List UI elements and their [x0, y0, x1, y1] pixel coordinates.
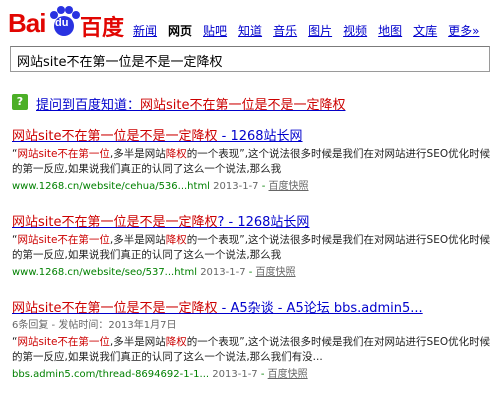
- result-meta: 6条回复 - 发帖时间：2013年1月7日: [12, 320, 177, 331]
- baidu-logo[interactable]: Bai du 百度: [8, 6, 128, 42]
- result-title-link[interactable]: 网站site不在第一位是不是一定降权? - 1268站长网: [12, 214, 494, 231]
- result-url: bbs.admin5.com/thread-8694692-1-1...: [12, 369, 210, 380]
- nav-music[interactable]: 音乐: [273, 22, 297, 42]
- nav-web: 网页: [168, 24, 193, 38]
- logo-text-bai: Bai: [8, 8, 46, 38]
- result-title-link[interactable]: 网站site不在第一位是不是一定降权 - A5杂谈 - A5论坛 bbs.adm…: [12, 300, 494, 317]
- zhidao-prefix: 提问到百度知道：: [36, 98, 141, 113]
- result-url: www.1268.cn/website/cehua/536...html: [12, 181, 210, 192]
- nav-more[interactable]: 更多»: [448, 22, 479, 42]
- snapshot-link[interactable]: 百度快照: [256, 267, 296, 278]
- search-result: 网站site不在第一位是不是一定降权? - 1268站长网 “网站site不在第…: [12, 214, 494, 280]
- nav-tieba[interactable]: 贴吧: [203, 22, 227, 42]
- result-title-rest: - A5杂谈 - A5论坛 bbs.admin5...: [217, 301, 423, 316]
- zhidao-question: 网站site不在第一位是不是一定降权: [140, 98, 346, 113]
- result-abstract: “网站site不在第一位,多半是网站降权的一个表现”,这个说法很多时候是我们在对…: [12, 147, 494, 177]
- search-input[interactable]: 网站site不在第一位是不是一定降权: [10, 46, 490, 72]
- result-abstract: “网站site不在第一位,多半是网站降权的一个表现”,这个说法很多时候是我们在对…: [12, 233, 494, 263]
- search-result: 网站site不在第一位是不是一定降权 - A5杂谈 - A5论坛 bbs.adm…: [12, 300, 494, 382]
- abs-match: 降权: [165, 336, 187, 348]
- result-date: 2013-1-7: [200, 267, 246, 278]
- abs-text: ,多半是网站: [109, 234, 166, 246]
- nav-video[interactable]: 视频: [343, 22, 367, 42]
- abs-text: ,多半是网站: [109, 336, 166, 348]
- search-result: 网站site不在第一位是不是一定降权 - 1268站长网 “网站site不在第一…: [12, 128, 494, 194]
- abs-match: 网站site不在第一位: [17, 234, 110, 246]
- nav-wenku[interactable]: 文库: [413, 22, 437, 42]
- result-date: 2013-1-7: [212, 369, 258, 380]
- result-date: 2013-1-7: [213, 181, 259, 192]
- abs-text: ,多半是网站: [109, 148, 166, 160]
- nav-images[interactable]: 图片: [308, 22, 332, 42]
- nav-news[interactable]: 新闻: [133, 22, 157, 42]
- result-title-match: 网站site不在第一位是不是一定降权: [12, 301, 218, 316]
- result-url: www.1268.cn/website/seo/537...html: [12, 267, 197, 278]
- zhidao-ask-link[interactable]: ? 提问到百度知道：网站site不在第一位是不是一定降权: [12, 94, 492, 114]
- result-title-rest: ? - 1268站长网: [217, 215, 310, 230]
- abs-match: 网站site不在第一位: [17, 148, 110, 160]
- header: Bai du 百度 新闻 网页 贴吧 知道 音乐 图片 视频 地图 文库 更多»…: [0, 0, 500, 86]
- result-url-line: www.1268.cn/website/cehua/536...html 201…: [12, 181, 309, 192]
- snapshot-link[interactable]: 百度快照: [268, 369, 308, 380]
- zhidao-ask-text[interactable]: 提问到百度知道：网站site不在第一位是不是一定降权: [36, 94, 346, 113]
- question-icon: ?: [12, 94, 28, 110]
- logo-text-du: du: [55, 17, 69, 29]
- result-title-rest: - 1268站长网: [217, 129, 303, 144]
- result-url-line: www.1268.cn/website/seo/537...html 2013-…: [12, 267, 296, 278]
- abs-match: 降权: [165, 148, 187, 160]
- abs-match: 降权: [165, 234, 187, 246]
- result-title-match: 网站site不在第一位是不是一定降权: [12, 129, 218, 144]
- abs-match: 网站site不在第一位: [17, 336, 110, 348]
- result-title-link[interactable]: 网站site不在第一位是不是一定降权 - 1268站长网: [12, 128, 494, 145]
- nav-map[interactable]: 地图: [378, 22, 402, 42]
- result-url-line: bbs.admin5.com/thread-8694692-1-1... 201…: [12, 369, 308, 380]
- top-nav: 新闻 网页 贴吧 知道 音乐 图片 视频 地图 文库 更多»: [133, 22, 490, 42]
- logo-text-baidu: 百度: [80, 16, 125, 41]
- result-abstract: “网站site不在第一位,多半是网站降权的一个表现”,这个说法很多时候是我们在对…: [12, 335, 494, 365]
- result-title-match: 网站site不在第一位是不是一定降权: [12, 215, 218, 230]
- nav-zhidao[interactable]: 知道: [238, 22, 262, 42]
- snapshot-link[interactable]: 百度快照: [269, 181, 309, 192]
